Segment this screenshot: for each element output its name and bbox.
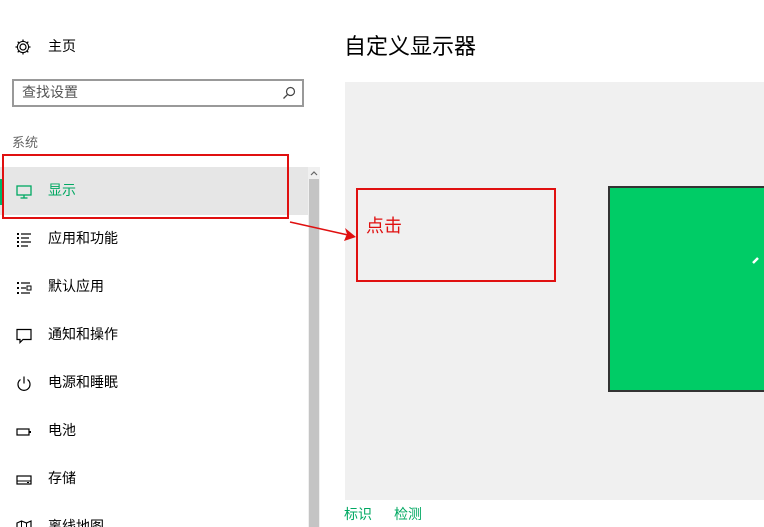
sidebar-item-battery[interactable]: 电池 — [0, 407, 308, 455]
annotation-arrow-icon — [289, 221, 356, 241]
search-input[interactable] — [22, 84, 272, 102]
annotation-text: 点击 — [366, 216, 402, 237]
power-icon — [17, 376, 31, 391]
home-label: 主页 — [48, 39, 76, 55]
battery-icon — [16, 428, 31, 436]
notification-icon — [16, 328, 32, 344]
map-icon — [16, 520, 32, 527]
sidebar-nav: 显示 应用和功能 默认应用 通知和操作 电源和睡眠 电池 存储 离线地图 — [0, 167, 308, 527]
home-link[interactable]: 主页 — [0, 30, 320, 64]
annotation-highlight-box — [2, 154, 289, 219]
sidebar-item-storage[interactable]: 存储 — [0, 455, 308, 503]
monitor-number-1 — [752, 257, 759, 264]
identify-link[interactable]: 标识 — [344, 506, 372, 524]
display-arrangement-area — [345, 82, 764, 500]
section-title: 系统 — [12, 136, 39, 151]
sidebar-item-label: 电池 — [48, 423, 76, 439]
sidebar-item-label: 存储 — [48, 471, 76, 487]
monitor-tile[interactable] — [608, 186, 764, 392]
sidebar-item-label: 默认应用 — [48, 279, 104, 295]
storage-icon — [16, 475, 32, 485]
sidebar-item-notifications[interactable]: 通知和操作 — [0, 311, 308, 359]
settings-window: 主页 系统 显示 — [0, 0, 764, 527]
sidebar-item-label: 离线地图 — [48, 519, 104, 527]
gear-icon — [15, 39, 31, 55]
sidebar-item-default-apps[interactable]: 默认应用 — [0, 263, 308, 311]
sidebar-item-apps[interactable]: 应用和功能 — [0, 215, 308, 263]
scroll-up-arrow-icon[interactable] — [310, 169, 318, 177]
sidebar-item-power[interactable]: 电源和睡眠 — [0, 359, 308, 407]
sidebar-item-label: 通知和操作 — [48, 327, 118, 343]
search-icon[interactable] — [282, 86, 296, 100]
sidebar-item-offline-maps[interactable]: 离线地图 — [0, 503, 308, 527]
page-title: 自定义显示器 — [344, 35, 477, 60]
sidebar-item-label: 应用和功能 — [48, 231, 118, 247]
sidebar-item-label: 电源和睡眠 — [48, 375, 118, 391]
search-box[interactable] — [12, 79, 304, 107]
detect-link[interactable]: 检测 — [394, 506, 422, 524]
default-apps-icon — [17, 282, 32, 294]
apps-list-icon — [17, 233, 31, 247]
